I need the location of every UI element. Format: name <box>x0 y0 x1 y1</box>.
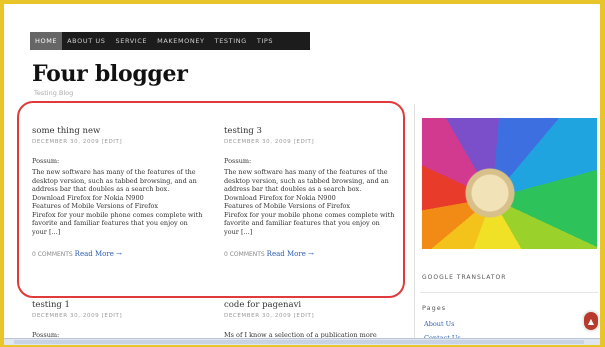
widget-title-translator: Google Translator <box>422 274 507 281</box>
sidebar-divider <box>414 104 415 343</box>
nav-item-about-us[interactable]: About Us <box>62 32 110 50</box>
nav-item-home[interactable]: Home <box>30 32 63 50</box>
nav-item-testing[interactable]: Testing <box>210 32 252 50</box>
annotation-highlight-circle <box>17 101 405 298</box>
nav-item-service[interactable]: Service <box>111 32 153 50</box>
post-title[interactable]: code for pagenavi <box>224 300 404 310</box>
sidebar-image-pinwheel <box>422 118 597 249</box>
site-tagline: Testing Blog <box>34 89 74 97</box>
nav-item-tips[interactable]: Tips <box>252 32 278 50</box>
post-card: testing 1 December 30, 2009 [edit] Possu… <box>32 300 212 339</box>
site-title[interactable]: Four blogger <box>32 61 188 87</box>
browser-viewport: Home About Us Service Makemoney Testing … <box>4 4 600 343</box>
post-meta: December 30, 2009 [edit] <box>224 313 315 319</box>
scroll-to-top-button[interactable]: ▲ <box>582 310 600 332</box>
nav-item-makemoney[interactable]: Makemoney <box>152 32 210 50</box>
horizontal-scrollbar[interactable] <box>4 338 600 345</box>
post-title[interactable]: testing 1 <box>32 300 212 310</box>
pages-widget-title: Pages <box>422 304 447 312</box>
post-meta: December 30, 2009 [edit] <box>32 313 123 319</box>
main-navigation: Home About Us Service Makemoney Testing … <box>30 32 310 50</box>
scrollbar-thumb[interactable] <box>14 340 584 344</box>
page-link-about-us[interactable]: About Us <box>424 320 454 328</box>
arrow-up-icon: ▲ <box>587 316 595 326</box>
sidebar-separator <box>420 292 598 293</box>
post-card: code for pagenavi December 30, 2009 [edi… <box>224 300 404 339</box>
